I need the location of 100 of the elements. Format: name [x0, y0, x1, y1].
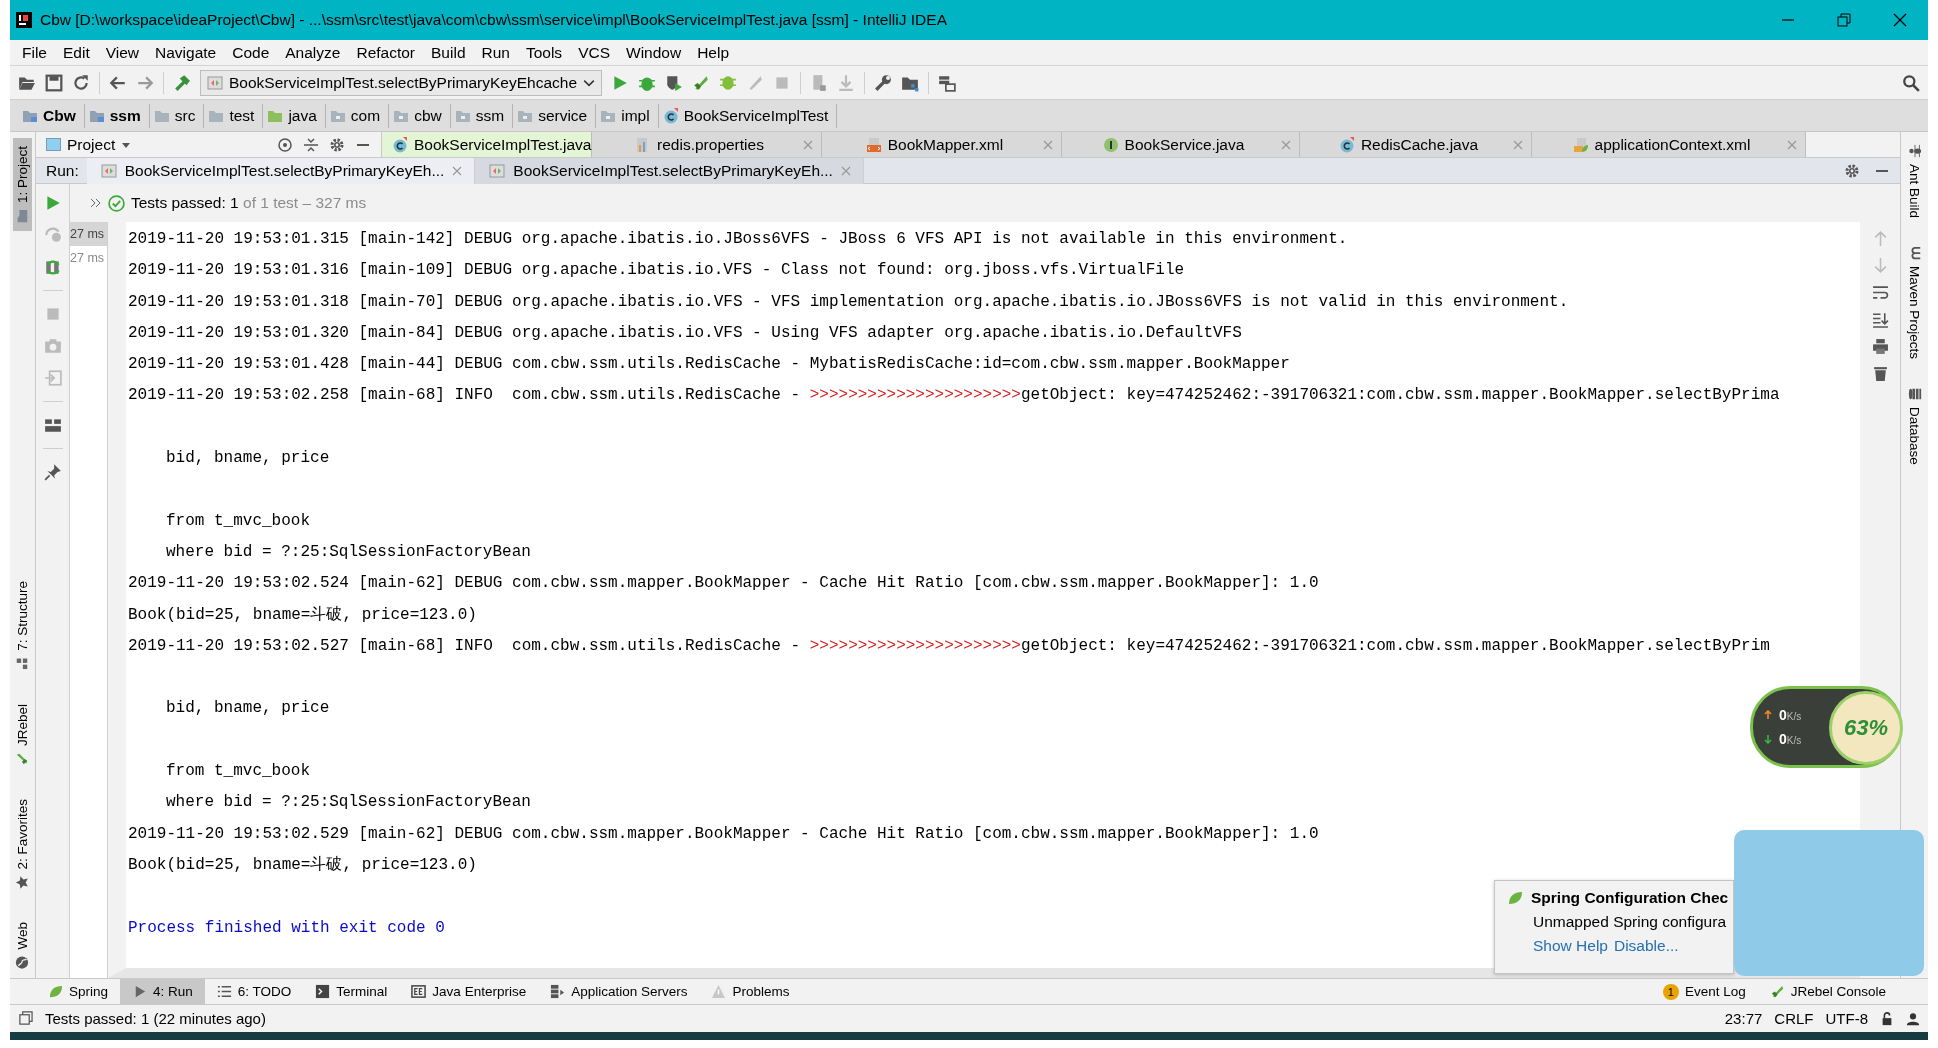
editor-tab[interactable]: BookService.java	[1062, 132, 1300, 157]
menu-item[interactable]: Build	[423, 43, 474, 62]
collapse-icon[interactable]	[303, 136, 319, 153]
speed-reading: 0K/s	[1779, 707, 1802, 723]
xml-file-icon	[865, 136, 882, 153]
console-line: Book(bid=25, bname=斗破, price=123.0)	[127, 854, 477, 876]
upload-arrow-icon	[1763, 710, 1773, 720]
line-separator[interactable]: CRLF	[1774, 1010, 1814, 1027]
console-line: from t_mvc_book	[165, 510, 311, 532]
coverage-icon[interactable]	[665, 73, 684, 92]
save-icon[interactable]	[45, 73, 63, 92]
tool-window-tab[interactable]: Database	[1907, 387, 1922, 465]
settings-icon[interactable]	[329, 136, 345, 153]
breadcrumb[interactable]: BookServiceImplTest	[658, 103, 838, 128]
breadcrumb[interactable]: java	[263, 103, 326, 128]
menu-item[interactable]: Navigate	[147, 43, 225, 62]
trash-icon[interactable]	[1871, 365, 1889, 382]
tool-window-tab[interactable]: 1: Project	[13, 138, 32, 232]
list-icon	[216, 984, 232, 999]
pin-icon[interactable]	[43, 463, 62, 481]
menu-item[interactable]: VCS	[570, 43, 618, 62]
tool-window-tab[interactable]: JRebel Console	[1757, 978, 1898, 1005]
layout-icon[interactable]	[43, 416, 62, 434]
tool-window-tab[interactable]: Maven Projects	[1907, 246, 1922, 360]
leaf-icon	[1507, 890, 1523, 906]
toggle-icon[interactable]	[43, 258, 62, 276]
breadcrumb[interactable]: service	[513, 103, 597, 128]
search-icon[interactable]	[1902, 73, 1920, 92]
breadcrumb[interactable]: com	[325, 103, 390, 128]
breadcrumb[interactable]: cbw	[389, 103, 451, 128]
editor-tab[interactable]: BookServiceImplTest.java	[382, 132, 592, 157]
console-line: 2019-11-20 19:53:01.320 [main-84] DEBUG org.apache.ibatis.io.VFS - Using VFS adapter org.apache.ibatis.io.DefaultVFS	[127, 322, 1242, 344]
tool-window-tab[interactable]: 1 Event Log	[1650, 978, 1758, 1005]
app-logo-icon	[16, 12, 32, 28]
tool-window-tab[interactable]: Ant Build	[1907, 144, 1922, 219]
hammer-icon[interactable]	[173, 73, 191, 92]
console-line: 2019-11-20 19:53:01.428 [main-44] DEBUG com.cbw.ssm.utils.RedisCache - MybatisRedisCache:id=com.cbw.ssm.mapper.BookMapper	[127, 354, 1290, 376]
menu-item[interactable]: Code	[224, 43, 278, 62]
test-duration[interactable]: 27 ms	[70, 222, 107, 246]
tasks-icon[interactable]	[938, 73, 957, 92]
run-tab[interactable]: BookServiceImplTest.selectByPrimaryKeyEh...	[475, 157, 864, 184]
notification-title: Spring Configuration Chec	[1531, 889, 1729, 907]
run-configuration-dropdown[interactable]: BookServiceImplTest.selectByPrimaryKeyEhcache	[200, 69, 603, 96]
tool-window-tab[interactable]: JRebel	[13, 695, 32, 774]
notification-link[interactable]: Show Help	[1533, 937, 1608, 955]
menu-item[interactable]: File	[14, 43, 55, 62]
tool-window-tab[interactable]: Spring	[36, 978, 121, 1005]
breadcrumb[interactable]: Cbw	[18, 103, 85, 128]
breadcrumb[interactable]: test	[204, 103, 264, 128]
tool-window-tab[interactable]: Java Enterprise	[399, 978, 539, 1005]
print-icon[interactable]	[1871, 338, 1889, 355]
menu-item[interactable]: Tools	[517, 43, 571, 62]
wrench-icon[interactable]	[874, 73, 893, 92]
editor-tab[interactable]: RedisCache.java	[1300, 132, 1532, 157]
notification-link[interactable]: Disable...	[1613, 937, 1679, 955]
class-icon	[662, 107, 679, 124]
menu-item[interactable]: Edit	[55, 43, 98, 62]
tool-window-tab[interactable]: Application Servers	[538, 978, 700, 1005]
class-icon	[1338, 136, 1355, 153]
soft-wrap-icon[interactable]	[1871, 284, 1889, 301]
status-message: Tests passed: 1 (22 minutes ago)	[45, 1010, 266, 1027]
menu-item[interactable]: View	[97, 43, 148, 62]
project-view-dropdown[interactable]: Project	[46, 135, 132, 154]
editor-tab[interactable]: BookMapper.xml	[822, 132, 1062, 157]
servers-icon	[550, 984, 566, 999]
person-icon[interactable]	[1906, 1011, 1920, 1026]
breadcrumb[interactable]: src	[149, 103, 205, 128]
menu-item[interactable]: Help	[689, 43, 738, 62]
menu-item[interactable]: Refactor	[348, 43, 424, 62]
editor-tab[interactable]: applicationContext.xml	[1532, 132, 1806, 157]
scroll-to-end-icon[interactable]	[1871, 311, 1889, 328]
menu-item[interactable]: Analyze	[277, 43, 349, 62]
tool-window-tab[interactable]: 2: Favorites	[13, 790, 32, 898]
file-encoding[interactable]: UTF-8	[1825, 1010, 1868, 1027]
breadcrumb[interactable]: ssm	[450, 103, 514, 128]
tool-window-tab[interactable]: Terminal	[303, 978, 400, 1005]
tool-window-tab[interactable]: 7: Structure	[13, 572, 32, 679]
tool-window-tab[interactable]: Problems	[699, 978, 802, 1005]
run-tab[interactable]: BookServiceImplTest.selectByPrimaryKeyEh...	[86, 157, 476, 184]
caret-position[interactable]: 23:77	[1724, 1010, 1763, 1027]
close-icon[interactable]	[1892, 12, 1908, 28]
settings-icon[interactable]	[1844, 162, 1860, 179]
test-duration[interactable]: 27 ms	[70, 246, 107, 270]
target-icon[interactable]	[277, 136, 293, 153]
tool-window-tab[interactable]: 6: TODO	[204, 978, 304, 1005]
menu-item[interactable]: Window	[618, 43, 690, 62]
restore-icon[interactable]	[1836, 12, 1852, 28]
expand-icon[interactable]	[90, 198, 102, 208]
tool-window-tab[interactable]: Web	[13, 914, 32, 978]
editor-tab[interactable]: redis.properties	[592, 132, 822, 157]
sync-icon[interactable]	[72, 73, 90, 92]
spring-file-icon	[1572, 136, 1589, 153]
lock-icon[interactable]	[1880, 1011, 1894, 1026]
menu-item[interactable]: Run	[473, 43, 518, 62]
window-icon[interactable]	[18, 1011, 33, 1026]
breadcrumb[interactable]: impl	[596, 103, 659, 128]
ant-icon	[1907, 144, 1922, 158]
console-line: where bid = ?:25:SqlSessionFactoryBean	[165, 792, 531, 814]
tool-window-tab[interactable]: 4: Run	[120, 978, 205, 1005]
breadcrumb[interactable]: ssm	[84, 103, 150, 128]
